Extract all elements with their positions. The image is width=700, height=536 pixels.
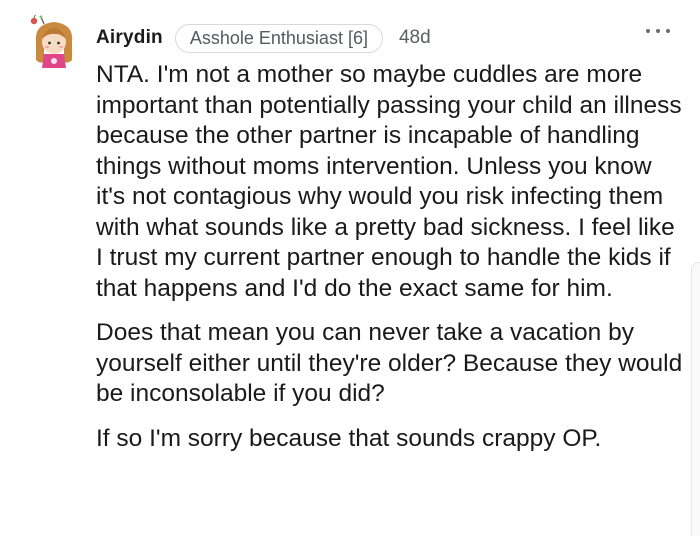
- comment: Airydin Asshole Enthusiast [6] 48d NTA. …: [0, 0, 700, 536]
- comment-paragraph: NTA. I'm not a mother so maybe cuddles a…: [96, 61, 682, 302]
- dot: [656, 29, 660, 33]
- more-horizontal-icon[interactable]: [646, 26, 670, 36]
- comment-body: NTA. I'm not a mother so maybe cuddles a…: [96, 60, 686, 454]
- dot: [646, 29, 650, 33]
- comment-header: Airydin Asshole Enthusiast [6] 48d: [96, 22, 431, 54]
- dot: [666, 29, 670, 33]
- scrollbar-edge[interactable]: [691, 262, 700, 536]
- username[interactable]: Airydin: [96, 27, 163, 49]
- user-flair: Asshole Enthusiast [6]: [174, 23, 383, 53]
- comment-paragraph: Does that mean you can never take a vaca…: [96, 319, 683, 407]
- user-avatar-icon[interactable]: [28, 12, 80, 68]
- comment-paragraph: If so I'm sorry because that sounds crap…: [96, 424, 602, 452]
- comment-age: 48d: [398, 27, 431, 48]
